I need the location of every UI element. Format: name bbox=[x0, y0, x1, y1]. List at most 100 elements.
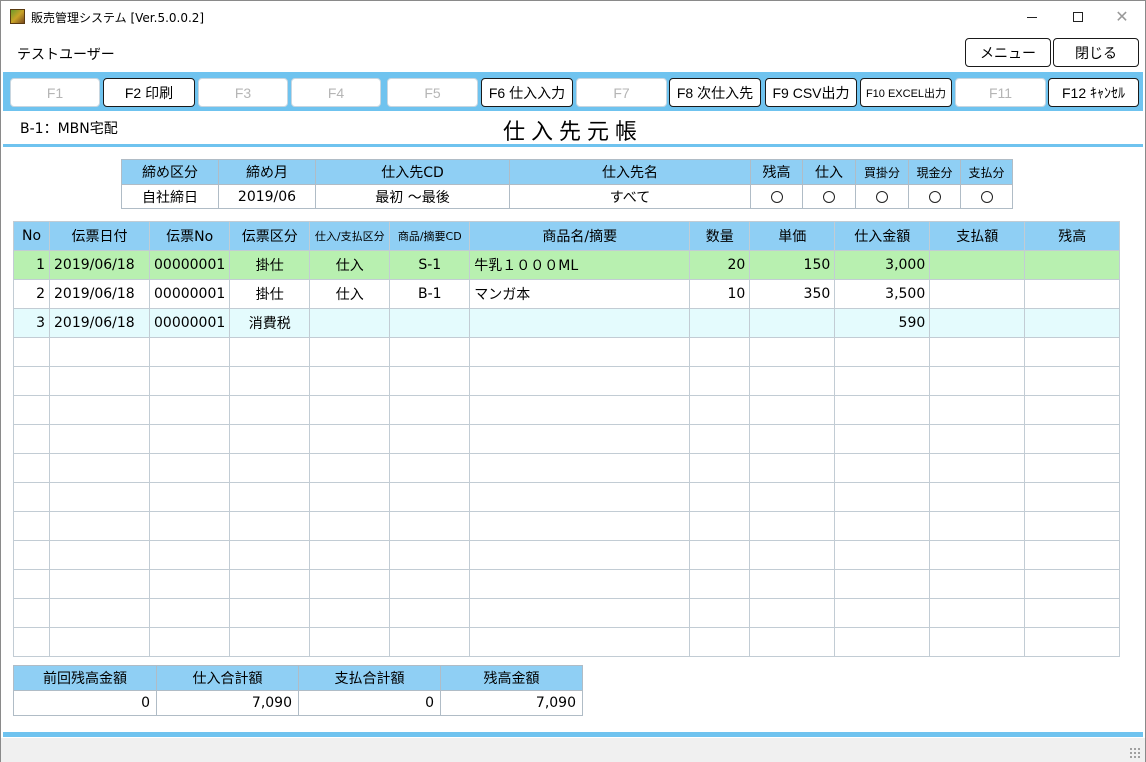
filter-header: 締め区分 bbox=[121, 159, 219, 185]
f6-purchase-input-button[interactable]: F6 仕入入力 bbox=[481, 78, 573, 107]
cell-slip-no: 00000001 bbox=[148, 250, 231, 280]
filter-header: 支払分 bbox=[960, 159, 1013, 185]
f11-button[interactable]: F11 bbox=[955, 78, 1046, 107]
status-bar bbox=[1, 738, 1145, 762]
minimize-button[interactable] bbox=[1009, 1, 1055, 32]
cell-no: 2 bbox=[13, 279, 50, 309]
cell-balance bbox=[1024, 279, 1121, 309]
cell-type: 仕入 bbox=[309, 250, 391, 280]
circle-icon bbox=[823, 190, 835, 203]
cell-paid bbox=[929, 308, 1026, 338]
filter-header: 残高 bbox=[750, 159, 803, 185]
f7-button[interactable]: F7 bbox=[576, 78, 667, 107]
summary-table: 前回残高金額 仕入合計額 支払合計額 残高金額 0 7,090 0 7,090 bbox=[13, 665, 583, 716]
menu-button[interactable]: メニュー bbox=[965, 38, 1051, 67]
maximize-icon bbox=[1073, 11, 1083, 22]
table-row[interactable] bbox=[13, 482, 1121, 512]
app-icon bbox=[10, 9, 25, 24]
table-row[interactable]: 1 2019/06/18 00000001 掛仕 仕入 S-1 牛乳１０００ML… bbox=[13, 250, 1121, 280]
cell-name: マンガ本 bbox=[469, 279, 691, 309]
supplier-name-value[interactable]: すべて bbox=[509, 184, 751, 209]
f8-next-supplier-button[interactable]: F8 次仕入先 bbox=[669, 78, 761, 107]
column-header: 仕入/支払区分 bbox=[309, 221, 391, 251]
user-name: テストユーザー bbox=[17, 47, 115, 63]
close-icon: ✕ bbox=[1115, 7, 1129, 26]
f3-button[interactable]: F3 bbox=[198, 78, 288, 107]
close-button[interactable]: 閉じる bbox=[1053, 38, 1139, 67]
balance-option[interactable] bbox=[750, 184, 803, 209]
summary-header: 前回残高金額 bbox=[13, 665, 157, 691]
f4-button[interactable]: F4 bbox=[291, 78, 381, 107]
column-header: 数量 bbox=[689, 221, 751, 251]
table-row[interactable]: 3 2019/06/18 00000001 消費税 590 bbox=[13, 308, 1121, 338]
column-header: 支払額 bbox=[929, 221, 1026, 251]
cell-qty: 20 bbox=[689, 250, 751, 280]
f10-excel-button[interactable]: F10 EXCEL出力 bbox=[860, 78, 952, 107]
filter-header: 現金分 bbox=[908, 159, 961, 185]
table-row[interactable] bbox=[13, 366, 1121, 396]
table-row[interactable] bbox=[13, 424, 1121, 454]
f12-cancel-button[interactable]: F12 ｷｬﾝｾﾙ bbox=[1048, 78, 1139, 107]
table-row[interactable] bbox=[13, 395, 1121, 425]
circle-icon bbox=[876, 190, 888, 203]
f5-button[interactable]: F5 bbox=[387, 78, 478, 107]
balance-total-value: 7,090 bbox=[440, 690, 583, 716]
payment-option[interactable] bbox=[960, 184, 1013, 209]
cell-price: 350 bbox=[749, 279, 836, 309]
column-header: 残高 bbox=[1024, 221, 1121, 251]
title-divider bbox=[3, 144, 1143, 147]
column-header: 仕入金額 bbox=[834, 221, 931, 251]
table-row[interactable] bbox=[13, 569, 1121, 599]
summary-header: 仕入合計額 bbox=[156, 665, 299, 691]
cell-price bbox=[749, 308, 836, 338]
cell-amount: 3,500 bbox=[834, 279, 931, 309]
page-title: 仕入先元帳 bbox=[502, 120, 643, 145]
filter-value-row: 自社締日 2019/06 最初 ～最後 すべて bbox=[121, 184, 1013, 209]
cell-qty bbox=[689, 308, 751, 338]
f2-print-button[interactable]: F2 印刷 bbox=[103, 78, 195, 107]
column-header: No bbox=[13, 221, 50, 251]
table-row[interactable] bbox=[13, 337, 1121, 367]
column-header: 商品/摘要CD bbox=[389, 221, 471, 251]
table-row[interactable] bbox=[13, 453, 1121, 483]
bottom-divider bbox=[3, 732, 1143, 737]
cell-date: 2019/06/18 bbox=[49, 308, 150, 338]
table-row[interactable] bbox=[13, 511, 1121, 541]
filter-header: 仕入先CD bbox=[315, 159, 510, 185]
cell-code: S-1 bbox=[389, 250, 471, 280]
closing-month-value[interactable]: 2019/06 bbox=[218, 184, 316, 209]
cash-option[interactable] bbox=[908, 184, 961, 209]
filter-header: 締め月 bbox=[218, 159, 316, 185]
cell-slip-kind: 掛仕 bbox=[229, 279, 311, 309]
purchase-option[interactable] bbox=[802, 184, 856, 209]
cell-type bbox=[309, 308, 391, 338]
cell-balance bbox=[1024, 308, 1121, 338]
window-close-button[interactable]: ✕ bbox=[1099, 1, 1145, 32]
resize-grip-icon[interactable] bbox=[1129, 747, 1141, 759]
cell-slip-no: 00000001 bbox=[148, 279, 231, 309]
column-header: 伝票日付 bbox=[49, 221, 150, 251]
summary-header: 残高金額 bbox=[440, 665, 583, 691]
cell-type: 仕入 bbox=[309, 279, 391, 309]
cell-amount: 590 bbox=[834, 308, 931, 338]
filter-header: 仕入 bbox=[802, 159, 856, 185]
credit-option[interactable] bbox=[855, 184, 909, 209]
ledger-header-row: No 伝票日付 伝票No 伝票区分 仕入/支払区分 商品/摘要CD 商品名/摘要… bbox=[13, 221, 1121, 251]
payment-total-value: 0 bbox=[298, 690, 441, 716]
column-header: 単価 bbox=[749, 221, 836, 251]
table-row[interactable] bbox=[13, 540, 1121, 570]
ledger-table: No 伝票日付 伝票No 伝票区分 仕入/支払区分 商品/摘要CD 商品名/摘要… bbox=[13, 221, 1121, 657]
summary-header: 支払合計額 bbox=[298, 665, 441, 691]
closing-type-value[interactable]: 自社締日 bbox=[121, 184, 219, 209]
cell-balance bbox=[1024, 250, 1121, 280]
f1-button[interactable]: F1 bbox=[10, 78, 100, 107]
filter-header: 仕入先名 bbox=[509, 159, 751, 185]
cell-amount: 3,000 bbox=[834, 250, 931, 280]
table-row[interactable] bbox=[13, 598, 1121, 628]
table-row[interactable]: 2 2019/06/18 00000001 掛仕 仕入 B-1 マンガ本 10 … bbox=[13, 279, 1121, 309]
column-header: 伝票区分 bbox=[229, 221, 311, 251]
supplier-cd-range-value[interactable]: 最初 ～最後 bbox=[315, 184, 510, 209]
f9-csv-button[interactable]: F9 CSV出力 bbox=[765, 78, 857, 107]
table-row[interactable] bbox=[13, 627, 1121, 657]
maximize-button[interactable] bbox=[1055, 1, 1101, 32]
